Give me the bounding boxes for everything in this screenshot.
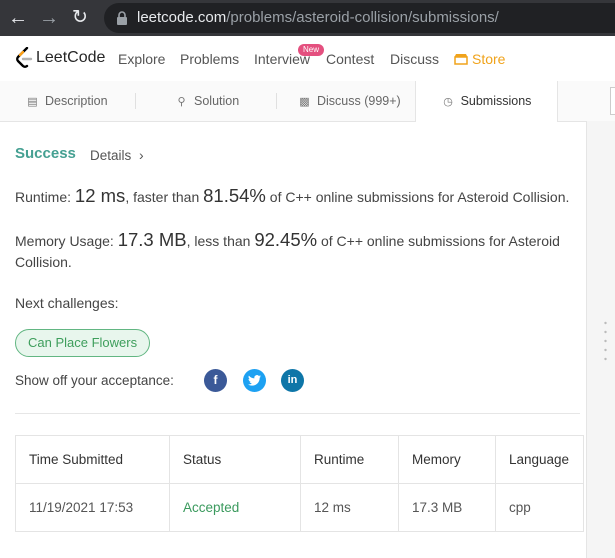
- status-success: Success: [15, 145, 76, 162]
- logo-text: LeetCode: [36, 49, 106, 66]
- nav-discuss[interactable]: Discuss: [390, 51, 439, 67]
- runtime-percentile: 81.54%: [203, 185, 266, 206]
- submissions-table: Time Submitted Status Runtime Memory Lan…: [15, 435, 584, 532]
- runtime-tail: of C++ online submissions for Asteroid C…: [269, 189, 570, 205]
- lock-icon: [117, 11, 127, 25]
- store-icon: [454, 54, 468, 65]
- nav-store-label: Store: [472, 51, 506, 67]
- details-link[interactable]: Details ›: [90, 147, 144, 163]
- tab-description[interactable]: ▤ Description: [26, 81, 108, 121]
- memory-percentile: 92.45%: [254, 229, 318, 250]
- twitter-icon[interactable]: [243, 369, 266, 392]
- memory-line: Memory Usage: 17.3 MB, less than 92.45% …: [15, 229, 580, 252]
- next-challenge-button[interactable]: Can Place Flowers: [15, 329, 151, 357]
- site-navbar: LeetCode Explore Problems Interview New …: [0, 36, 615, 82]
- leetcode-logo[interactable]: LeetCode: [15, 46, 105, 71]
- address-bar[interactable]: leetcode.com/problems/asteroid-collision…: [104, 3, 615, 33]
- header-language[interactable]: Language: [495, 435, 584, 484]
- cell-memory: 17.3 MB: [398, 483, 496, 532]
- tab-discuss-label: Discuss (999+): [317, 94, 401, 108]
- tab-solution-label: Solution: [194, 94, 240, 108]
- memory-tail-line2: Collision.: [15, 254, 72, 270]
- comment-icon: ▩: [299, 96, 310, 108]
- cell-runtime: 12 ms: [300, 483, 399, 532]
- runtime-line: Runtime: 12 ms, faster than 81.54% of C+…: [15, 185, 585, 208]
- memory-tail: of C++ online submissions for Asteroid: [320, 233, 560, 249]
- url-text: leetcode.com/problems/asteroid-collision…: [137, 9, 499, 27]
- forward-arrow-icon[interactable]: →: [37, 6, 61, 30]
- browser-toolbar: ← → ↻ leetcode.com/problems/asteroid-col…: [0, 0, 615, 36]
- header-memory[interactable]: Memory: [398, 435, 496, 484]
- url-path: /problems/asteroid-collision/submissions…: [226, 9, 499, 26]
- tab-discuss[interactable]: ▩ Discuss (999+): [298, 81, 401, 121]
- clock-icon: ◷: [443, 96, 453, 108]
- flask-icon: ⚲: [177, 96, 186, 108]
- nav-contest[interactable]: Contest: [326, 51, 374, 67]
- reload-icon[interactable]: ↻: [68, 6, 92, 30]
- runtime-label: Runtime:: [15, 189, 72, 205]
- twitter-bird-shape: [248, 375, 261, 386]
- share-label: Show off your acceptance:: [15, 373, 174, 388]
- tab-divider: [135, 93, 136, 109]
- divider: [15, 413, 580, 414]
- splitter-pane: [586, 121, 615, 558]
- back-arrow-icon[interactable]: ←: [6, 6, 30, 30]
- memory-value: 17.3 MB: [117, 229, 187, 250]
- drag-handle-icon[interactable]: [604, 320, 607, 364]
- header-status[interactable]: Status: [169, 435, 301, 484]
- description-icon: ▤: [27, 96, 38, 108]
- details-label: Details: [90, 148, 132, 163]
- nav-store[interactable]: Store: [454, 51, 505, 67]
- leetcode-logo-icon: [16, 46, 33, 68]
- memory-mid: , less than: [186, 233, 251, 249]
- memory-label: Memory Usage:: [15, 233, 114, 249]
- tab-submissions[interactable]: ◷ Submissions: [415, 81, 558, 122]
- tab-solution[interactable]: ⚲ Solution: [175, 81, 239, 121]
- nav-problems[interactable]: Problems: [180, 51, 239, 67]
- panel-toggle[interactable]: [610, 87, 615, 115]
- chevron-right-icon: ›: [139, 147, 144, 163]
- tab-description-label: Description: [45, 94, 108, 108]
- cell-time-submitted: 11/19/2021 17:53: [15, 483, 170, 532]
- runtime-value: 12 ms: [74, 185, 126, 206]
- cell-status-accepted[interactable]: Accepted: [169, 483, 301, 532]
- problem-tabbar: ▤ Description ⚲ Solution ▩ Discuss (999+) ◷…: [0, 81, 615, 122]
- facebook-icon[interactable]: f: [204, 369, 227, 392]
- new-badge: New: [298, 44, 325, 56]
- table-row: 11/19/2021 17:53 Accepted 12 ms 17.3 MB …: [15, 483, 584, 532]
- cell-language: cpp: [495, 483, 584, 532]
- header-time-submitted[interactable]: Time Submitted: [15, 435, 170, 484]
- tab-submissions-label: Submissions: [460, 94, 532, 108]
- url-host: leetcode.com: [137, 9, 227, 26]
- header-runtime[interactable]: Runtime: [300, 435, 399, 484]
- next-challenges-label: Next challenges:: [15, 295, 119, 311]
- nav-explore[interactable]: Explore: [118, 51, 165, 67]
- linkedin-icon[interactable]: in: [281, 369, 304, 392]
- table-header-row: Time Submitted Status Runtime Memory Lan…: [15, 435, 584, 484]
- runtime-mid: , faster than: [125, 189, 200, 205]
- tab-divider: [276, 93, 277, 109]
